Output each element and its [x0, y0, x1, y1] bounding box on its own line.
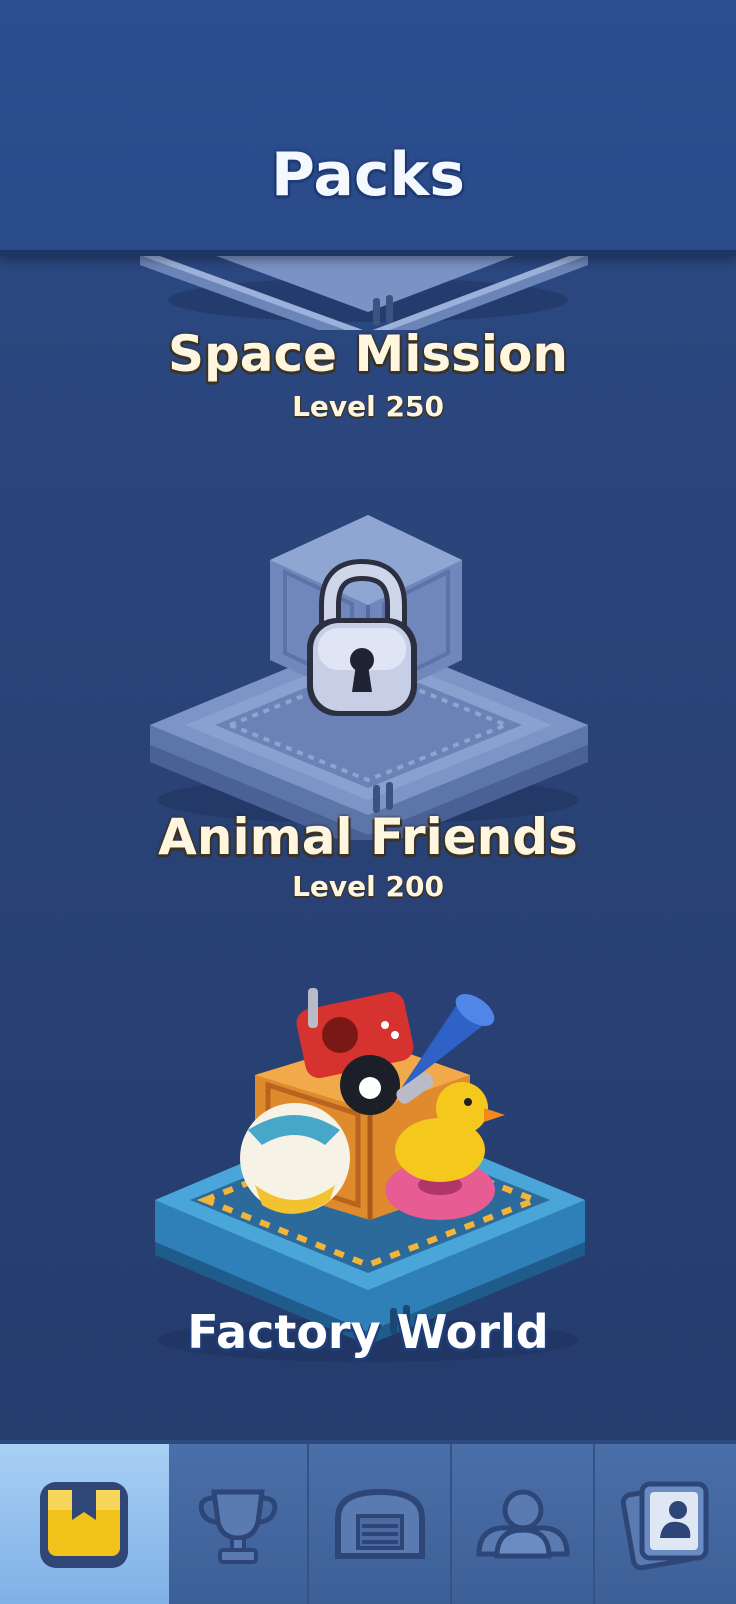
- pack-level: Level 200: [292, 870, 444, 903]
- pack-animal-friends[interactable]: Animal Friends Level 200: [0, 500, 736, 920]
- tab-home[interactable]: [309, 1444, 453, 1604]
- tab-trophy[interactable]: [169, 1444, 310, 1604]
- header: Packs: [0, 0, 736, 256]
- team-icon: [476, 1489, 570, 1559]
- pack-name: Animal Friends: [158, 808, 578, 866]
- tab-packs[interactable]: [0, 1444, 169, 1604]
- pack-level: Level 250: [292, 390, 444, 423]
- pack-name: Factory World: [187, 1305, 549, 1359]
- trophy-icon: [198, 1489, 278, 1564]
- packs-icon: [40, 1482, 129, 1568]
- collection-icon: [620, 1481, 709, 1571]
- locked-pedestal-image: [150, 515, 588, 840]
- pack-factory-world[interactable]: Factory World: [0, 980, 736, 1400]
- pack-name: Space Mission: [168, 325, 568, 383]
- home-icon: [334, 1488, 425, 1559]
- tab-collection[interactable]: [595, 1444, 736, 1604]
- bottom-nav: [0, 1440, 736, 1604]
- tab-team[interactable]: [452, 1444, 596, 1604]
- page-title: Packs: [270, 140, 466, 210]
